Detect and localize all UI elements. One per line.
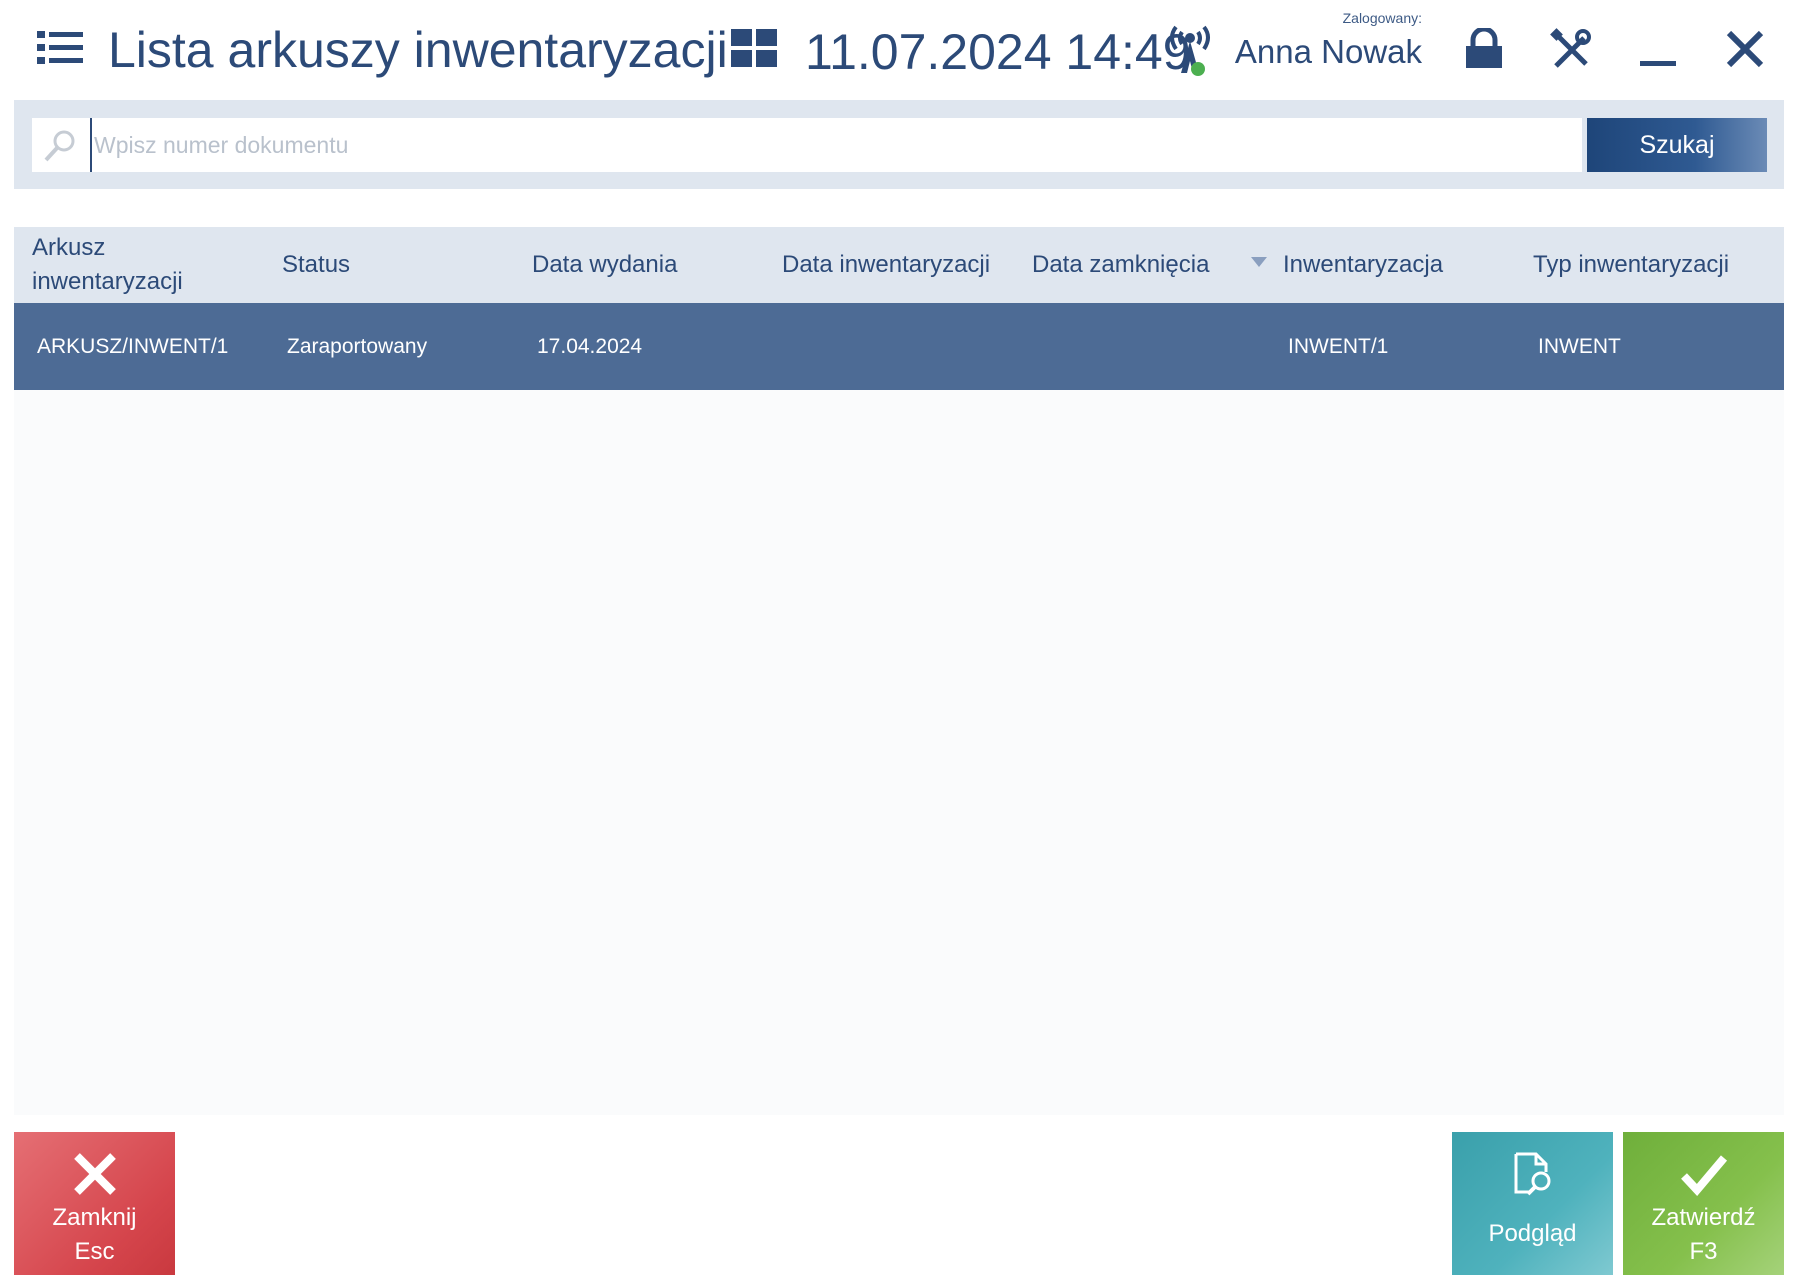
column-header-data-wydania[interactable]: Data wydania [532,227,752,303]
sort-descending-icon [1251,257,1267,267]
document-preview-icon [1452,1142,1613,1206]
lock-icon[interactable] [1462,26,1506,72]
cell-data-wydania: 17.04.2024 [537,334,643,358]
logged-in-label: Zalogowany: [1342,10,1422,26]
column-header-typ-inwentaryzacji[interactable]: Typ inwentaryzacji [1533,227,1773,303]
minimize-icon[interactable] [1636,30,1680,70]
cell-inwentaryzacja: INWENT/1 [1288,334,1389,358]
column-header-data-inwentaryzacji[interactable]: Data inwentaryzacji [782,227,1012,303]
preview-button[interactable]: Podgląd [1452,1132,1613,1275]
cell-arkusz: ARKUSZ/INWENT/1 [37,334,229,358]
column-header-inwentaryzacja[interactable]: Inwentaryzacja [1283,227,1503,303]
preview-button-label: Podgląd [1488,1219,1577,1247]
app-header: Lista arkuszy inwentaryzacji 11.07.2024 … [0,0,1793,100]
search-icon [44,130,75,162]
confirm-button-label: Zatwierdź [1651,1204,1756,1231]
close-button[interactable]: Zamknij Esc [14,1132,175,1275]
column-header-arkusz[interactable]: Arkusz inwentaryzacji [32,227,232,303]
cell-status: Zaraportowany [287,334,428,358]
confirm-button[interactable]: Zatwierdź F3 [1623,1132,1784,1275]
page-title: Lista arkuszy inwentaryzacji [108,22,728,78]
current-datetime: 11.07.2024 14:49 [805,24,1191,80]
close-button-shortcut: Esc [74,1238,115,1265]
table-row[interactable]: ARKUSZ/INWENT/1 Zaraportowany 17.04.2024… [14,303,1784,390]
tools-icon[interactable] [1548,26,1594,72]
close-icon[interactable] [1722,26,1768,72]
search-panel: Szukaj [14,100,1784,189]
user-name: Anna Nowak [1234,33,1422,70]
search-button[interactable]: Szukaj [1587,118,1767,172]
close-button-label: Zamknij [52,1204,137,1231]
tiles-icon[interactable] [730,28,778,68]
search-input[interactable] [90,118,1570,172]
connection-status-icon [1164,20,1216,80]
menu-icon[interactable] [36,28,84,68]
close-x-icon [14,1142,175,1206]
column-header-data-zamkniecia[interactable]: Data zamknięcia [1032,227,1242,303]
search-field [32,118,1582,172]
confirm-button-shortcut: F3 [1689,1238,1718,1265]
document-list: Arkusz inwentaryzacji Status Data wydani… [14,227,1784,1115]
column-header-status[interactable]: Status [282,227,482,303]
checkmark-icon [1623,1142,1784,1206]
table-header: Arkusz inwentaryzacji Status Data wydani… [14,227,1784,303]
cell-typ: INWENT [1538,334,1621,358]
